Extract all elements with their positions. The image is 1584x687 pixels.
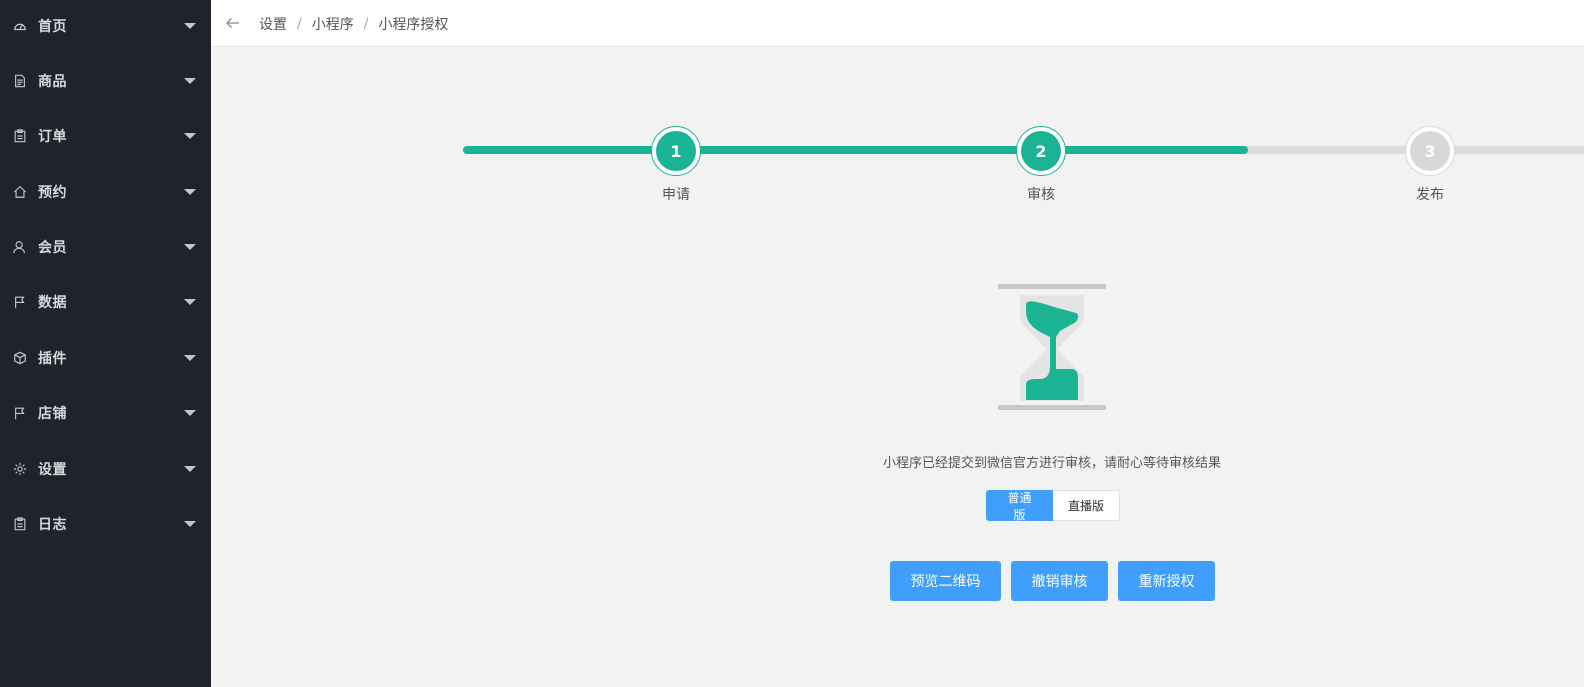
sidebar-item-label: 会员: [38, 240, 67, 256]
sidebar-item-label: 店铺: [38, 406, 67, 422]
chevron-down-icon: [184, 244, 196, 250]
chevron-down-icon: [184, 466, 196, 472]
step-3-number: 3: [1410, 131, 1450, 171]
step-2-label: 审核: [1027, 187, 1055, 203]
version-standard-button[interactable]: 普通版: [986, 490, 1053, 522]
sidebar-item-logs[interactable]: 日志: [0, 504, 211, 544]
step-2-number: 2: [1021, 131, 1061, 171]
sidebar-item-label: 插件: [38, 351, 67, 367]
preview-qrcode-button[interactable]: 预览二维码: [890, 561, 1001, 601]
review-status-message: 小程序已经提交到微信官方进行审核，请耐心等待审核结果: [882, 456, 1221, 471]
step-3-label: 发布: [1416, 187, 1444, 203]
step-1-number: 1: [656, 131, 696, 171]
cube-icon: [12, 351, 27, 366]
reauthorize-button[interactable]: 重新授权: [1118, 561, 1215, 601]
progress-steps: 1 申请 2 审核 3 发布: [0, 0, 1584, 220]
sidebar-item-label: 设置: [38, 462, 67, 478]
sidebar-item-members[interactable]: 会员: [0, 227, 211, 267]
chevron-down-icon: [184, 355, 196, 361]
sidebar-item-settings[interactable]: 设置: [0, 449, 211, 489]
step-2: 2: [1016, 126, 1066, 176]
steps-progress-fill: [463, 146, 1248, 154]
hourglass-icon: [996, 281, 1108, 413]
chevron-down-icon: [184, 410, 196, 416]
chevron-down-icon: [184, 299, 196, 305]
sidebar-item-data[interactable]: 数据: [0, 282, 211, 322]
chevron-down-icon: [184, 521, 196, 527]
gear-icon: [12, 462, 27, 477]
step-3: 3: [1405, 126, 1455, 176]
sidebar-item-store[interactable]: 店铺: [0, 393, 211, 433]
version-toggle: 普通版 直播版: [986, 490, 1120, 522]
revoke-review-button[interactable]: 撤销审核: [1011, 561, 1108, 601]
sidebar-item-label: 日志: [38, 517, 67, 533]
flag-icon: [12, 295, 27, 310]
step-1: 1: [651, 126, 701, 176]
version-live-button[interactable]: 直播版: [1053, 490, 1120, 521]
user-icon: [12, 240, 27, 255]
clipboard-icon: [12, 517, 27, 532]
step-1-label: 申请: [662, 187, 690, 203]
sidebar-item-plugins[interactable]: 插件: [0, 338, 211, 378]
sidebar-item-label: 数据: [38, 295, 67, 311]
flag-icon: [12, 406, 27, 421]
